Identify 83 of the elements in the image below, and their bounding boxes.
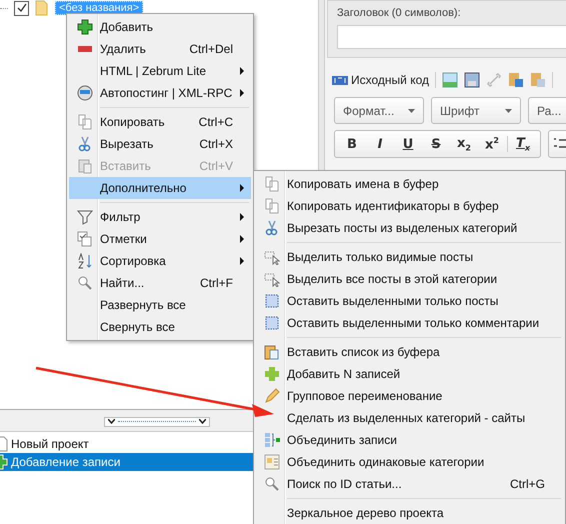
menu-item[interactable]: Копировать имена в буфер [256,173,563,195]
caret-icon [505,108,512,112]
menu-item[interactable]: Копировать Ctrl+C [69,111,251,133]
source-code-button[interactable]: Исходный код [332,73,429,87]
menu-item[interactable]: Дополнительно [69,177,251,199]
submenu-arrow-icon [240,67,244,75]
folder-icon [35,0,49,16]
menu-item[interactable]: Копировать идентификаторы в буфер [256,195,563,217]
menu-item[interactable]: Добавить [69,16,251,38]
project-item[interactable]: Добавление записи [0,453,253,471]
menu-item[interactable]: Найти... Ctrl+F [69,272,251,294]
menu-item[interactable]: Оставить выделенными только посты [256,290,563,312]
format-button[interactable]: x$^{2}$ [479,133,505,155]
format-button[interactable]: B [339,133,365,155]
copy-icon [264,198,280,214]
menu-item[interactable]: Удалить Ctrl+Del [69,38,251,60]
selection-cursor-icon [264,271,280,287]
menu-item[interactable]: Выделить все посты в этой категории [256,268,563,290]
clipboard-icon [264,344,280,360]
search-icon [264,476,280,492]
filter-icon [76,209,92,225]
plus-icon [76,19,92,35]
menu-item[interactable]: Объединить записи [256,429,563,451]
copy-icon [76,114,92,130]
plus-icon [264,366,280,382]
menu-item[interactable]: Фильтр [69,206,251,228]
menu-item[interactable]: Вырезать Ctrl+X [69,133,251,155]
checkmarks-icon [76,231,92,247]
title-input[interactable] [337,25,566,49]
menu-item[interactable]: Отметки [69,228,251,250]
format-button[interactable]: S [423,133,449,155]
checkbox[interactable] [14,0,29,16]
menu-item[interactable]: Сортировка [69,250,251,272]
menu-item[interactable]: Вырезать посты из выделеных категорий [256,217,563,239]
menu-item[interactable]: Групповое переименование [256,385,563,407]
menu-item[interactable]: HTML | Zebrum Lite [69,60,251,82]
menu-item[interactable]: Поиск по ID статьи... Ctrl+G [256,473,563,495]
clipboard-icon [76,158,92,174]
selection-square-icon [264,293,280,309]
sort-icon [76,253,92,269]
format-dropdown[interactable]: Ра... [528,97,566,124]
merge-icon [264,432,280,448]
menu-item[interactable]: Объединить одинаковые категории [256,451,563,473]
format-dropdown[interactable]: Формат... [334,97,424,124]
copy-icon [264,176,280,192]
html-icon [332,76,348,84]
format-button[interactable]: T$_{x}$ [510,133,536,155]
search-icon [76,275,92,291]
format-button[interactable]: U [395,133,421,155]
submenu-arrow-icon [240,213,244,221]
save-icon[interactable] [464,72,480,88]
submenu-arrow-icon [240,184,244,192]
scissors-icon [76,136,92,152]
project-item[interactable]: Новый проект [0,435,253,453]
menu-item[interactable]: Автопостинг | XML-RPC [69,82,251,104]
scissors-icon [264,220,280,236]
numbered-list-icon [553,137,566,151]
menu-item[interactable]: Добавить N записей [256,363,563,385]
caret-icon [408,108,415,112]
format-button[interactable]: x$_{2}$ [451,133,477,155]
format-button[interactable]: I [367,133,393,155]
chevron-down-icon [199,419,206,424]
menu-item[interactable]: Выделить только видимые посты [256,246,563,268]
chevron-down-icon [108,419,115,424]
image-icon[interactable] [442,72,458,88]
submenu-arrow-icon [240,257,244,265]
menu-item[interactable]: Свернуть все [69,316,251,338]
minus-icon [76,45,92,53]
menu-item[interactable]: Зеркальное дерево проекта [256,502,563,524]
menu-item[interactable]: Развернуть все [69,294,251,316]
menu-item[interactable]: Сделать из выделенных категорий - сайты [256,407,563,429]
selection-cursor-icon [264,249,280,265]
submenu-arrow-icon [240,235,244,243]
selection-square-icon [264,315,280,331]
paste-word-icon[interactable] [508,72,524,88]
dropdown-control[interactable] [104,416,210,426]
pencil-icon [264,388,280,404]
field-label: Заголовок (0 символов): [337,7,462,19]
menu-item[interactable]: Оставить выделенными только комментарии [256,312,563,334]
menu-item[interactable]: Вставить список из буфера [256,341,563,363]
format-dropdown[interactable]: Шрифт [431,97,521,124]
folder-list-icon [264,454,280,470]
submenu-arrow-icon [240,89,244,97]
